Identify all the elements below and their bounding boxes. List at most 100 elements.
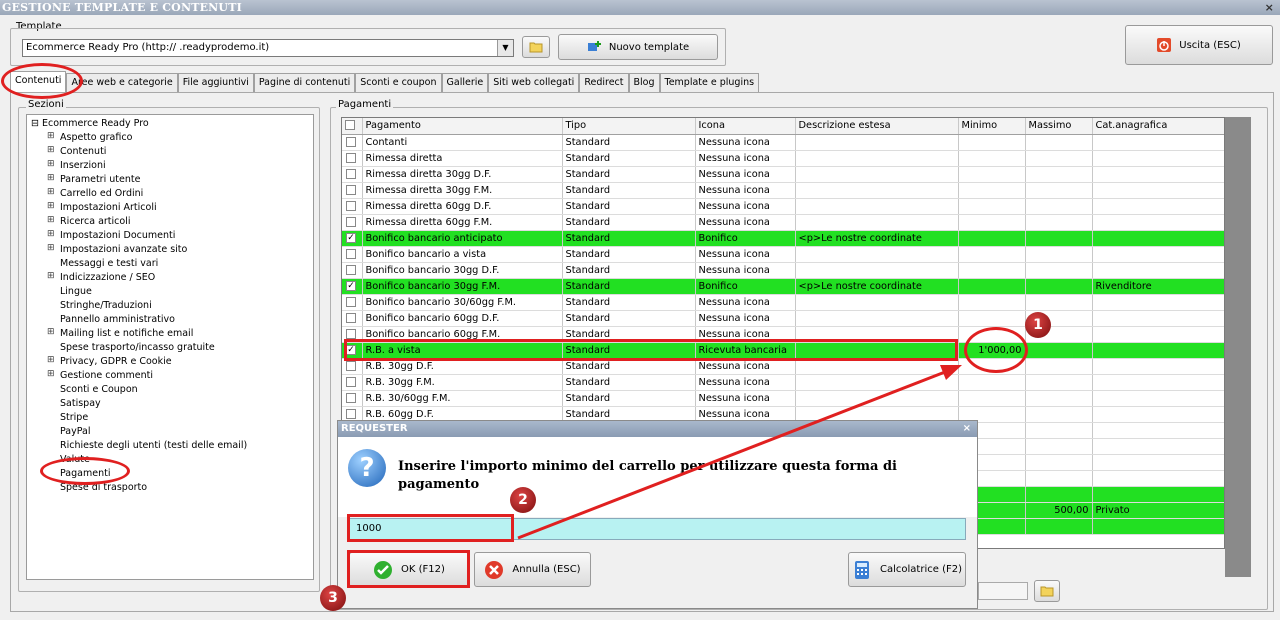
cell-desc[interactable] (795, 166, 959, 183)
table-row[interactable]: R.B. 30gg F.M. Standard Nessuna icona (342, 374, 1224, 391)
tree-item[interactable]: Impostazioni Documenti (60, 229, 175, 243)
expand-icon[interactable]: ⊞ (47, 173, 55, 183)
cell-min[interactable] (958, 390, 1026, 407)
cell-tipo[interactable]: Standard (562, 134, 696, 151)
cell-icona[interactable]: Nessuna icona (695, 166, 796, 183)
column-header[interactable]: Pagamento (362, 118, 563, 135)
row-check-cell[interactable] (342, 246, 363, 263)
cell-icona[interactable]: Nessuna icona (695, 262, 796, 279)
tree-item[interactable]: Gestione commenti (60, 369, 153, 383)
cell-icona[interactable]: Nessuna icona (695, 150, 796, 167)
cell-max[interactable] (1025, 294, 1093, 311)
cell-max[interactable] (1025, 486, 1093, 503)
expand-icon[interactable]: ⊞ (47, 215, 55, 225)
tree-item[interactable]: Ricerca articoli (60, 215, 130, 229)
cell-desc[interactable] (795, 262, 959, 279)
column-header[interactable]: Massimo (1025, 118, 1093, 135)
tree-item[interactable]: PayPal (60, 425, 91, 439)
cell-tipo[interactable]: Standard (562, 262, 696, 279)
row-check-cell[interactable] (342, 214, 363, 231)
cell-cat[interactable] (1092, 374, 1224, 391)
cell-icona[interactable]: Nessuna icona (695, 134, 796, 151)
cell-cat[interactable] (1092, 134, 1224, 151)
cell-min[interactable] (958, 134, 1026, 151)
row-checkbox[interactable] (346, 392, 356, 403)
cell-desc[interactable] (795, 310, 959, 327)
row-check-cell[interactable] (342, 310, 363, 327)
cell-desc[interactable] (795, 214, 959, 231)
template-select[interactable]: Ecommerce Ready Pro (http:// .readyprode… (22, 39, 514, 57)
row-check-cell[interactable] (342, 182, 363, 199)
tab-9[interactable]: Template e plugins (659, 73, 760, 92)
tree-item[interactable]: Parametri utente (60, 173, 140, 187)
cell-min[interactable] (958, 262, 1026, 279)
cell-name[interactable]: Bonifico bancario anticipato (362, 230, 563, 247)
cell-cat[interactable] (1092, 454, 1224, 471)
tree-item[interactable]: Carrello ed Ordini (60, 187, 143, 201)
cell-cat[interactable] (1092, 294, 1224, 311)
row-check-cell[interactable] (342, 374, 363, 391)
cell-name[interactable]: Rimessa diretta 30gg F.M. (362, 182, 563, 199)
grid-folder-button[interactable] (1034, 580, 1060, 602)
cell-cat[interactable] (1092, 310, 1224, 327)
table-row[interactable]: Bonifico bancario 30/60gg F.M. Standard Ne… (342, 294, 1224, 311)
tree-item[interactable]: Messaggi e testi vari (60, 257, 158, 271)
cell-icona[interactable]: Bonifico (695, 230, 796, 247)
tree-item[interactable]: Stripe (60, 411, 88, 425)
cell-name[interactable]: Bonifico bancario a vista (362, 246, 563, 263)
tab-3[interactable]: Pagine di contenuti (253, 73, 356, 92)
cell-desc[interactable] (795, 182, 959, 199)
table-row[interactable]: Rimessa diretta 60gg D.F. Standard Nessuna… (342, 198, 1224, 215)
cancel-button[interactable]: Annulla (ESC) (474, 552, 591, 587)
row-checkbox[interactable] (346, 296, 356, 307)
tab-6[interactable]: Siti web collegati (488, 73, 580, 92)
cell-max[interactable] (1025, 390, 1093, 407)
cell-icona[interactable]: Nessuna icona (695, 214, 796, 231)
cell-min[interactable] (958, 230, 1026, 247)
cell-max[interactable] (1025, 470, 1093, 487)
table-row[interactable]: Rimessa diretta 30gg F.M. Standard Nessuna… (342, 182, 1224, 199)
cell-cat[interactable] (1092, 406, 1224, 423)
tab-1[interactable]: Aree web e categorie (66, 73, 178, 92)
cell-max[interactable] (1025, 358, 1093, 375)
cell-cat[interactable] (1092, 422, 1224, 439)
tree-root[interactable]: ⊟ Ecommerce Ready Pro (31, 117, 149, 131)
tree-item[interactable]: Aspetto grafico (60, 131, 132, 145)
tree-item[interactable]: Stringhe/Traduzioni (60, 299, 152, 313)
cell-max[interactable] (1025, 182, 1093, 199)
cell-icona[interactable]: Nessuna icona (695, 182, 796, 199)
cell-cat[interactable]: Privato (1092, 502, 1224, 519)
cell-desc[interactable] (795, 246, 959, 263)
row-check-cell[interactable] (342, 134, 363, 151)
cell-max[interactable] (1025, 262, 1093, 279)
cell-cat[interactable]: Rivenditore (1092, 278, 1224, 295)
cell-tipo[interactable]: Standard (562, 150, 696, 167)
expand-icon[interactable]: ⊞ (47, 369, 55, 379)
tree-item[interactable]: Satispay (60, 397, 101, 411)
tree-item[interactable]: Inserzioni (60, 159, 106, 173)
cell-desc[interactable] (795, 374, 959, 391)
table-row[interactable]: ✓ Bonifico bancario 30gg F.M. Standard Boni… (342, 278, 1224, 295)
cell-cat[interactable] (1092, 438, 1224, 455)
column-header[interactable]: Cat.anagrafica (1092, 118, 1224, 135)
row-check-cell[interactable]: ✓ (342, 230, 363, 247)
cell-tipo[interactable]: Standard (562, 214, 696, 231)
cell-icona[interactable]: Nessuna icona (695, 246, 796, 263)
row-check-cell[interactable]: ✓ (342, 278, 363, 295)
cell-min[interactable] (958, 294, 1026, 311)
cell-name[interactable]: R.B. 30gg F.M. (362, 374, 563, 391)
table-row[interactable]: Bonifico bancario 60gg D.F. Standard Nessu… (342, 310, 1224, 327)
tree-item[interactable]: Contenuti (60, 145, 106, 159)
cell-name[interactable]: Rimessa diretta 60gg D.F. (362, 198, 563, 215)
expand-icon[interactable]: ⊞ (47, 131, 55, 141)
cell-max[interactable] (1025, 198, 1093, 215)
tree-item[interactable]: Impostazioni Articoli (60, 201, 157, 215)
row-checkbox[interactable] (346, 136, 356, 147)
open-folder-button[interactable] (522, 36, 550, 58)
cell-icona[interactable]: Nessuna icona (695, 310, 796, 327)
cell-cat[interactable] (1092, 230, 1224, 247)
dialog-close-icon[interactable]: × (963, 421, 971, 437)
cell-icona[interactable]: Nessuna icona (695, 294, 796, 311)
cell-max[interactable] (1025, 246, 1093, 263)
cell-name[interactable]: Contanti (362, 134, 563, 151)
